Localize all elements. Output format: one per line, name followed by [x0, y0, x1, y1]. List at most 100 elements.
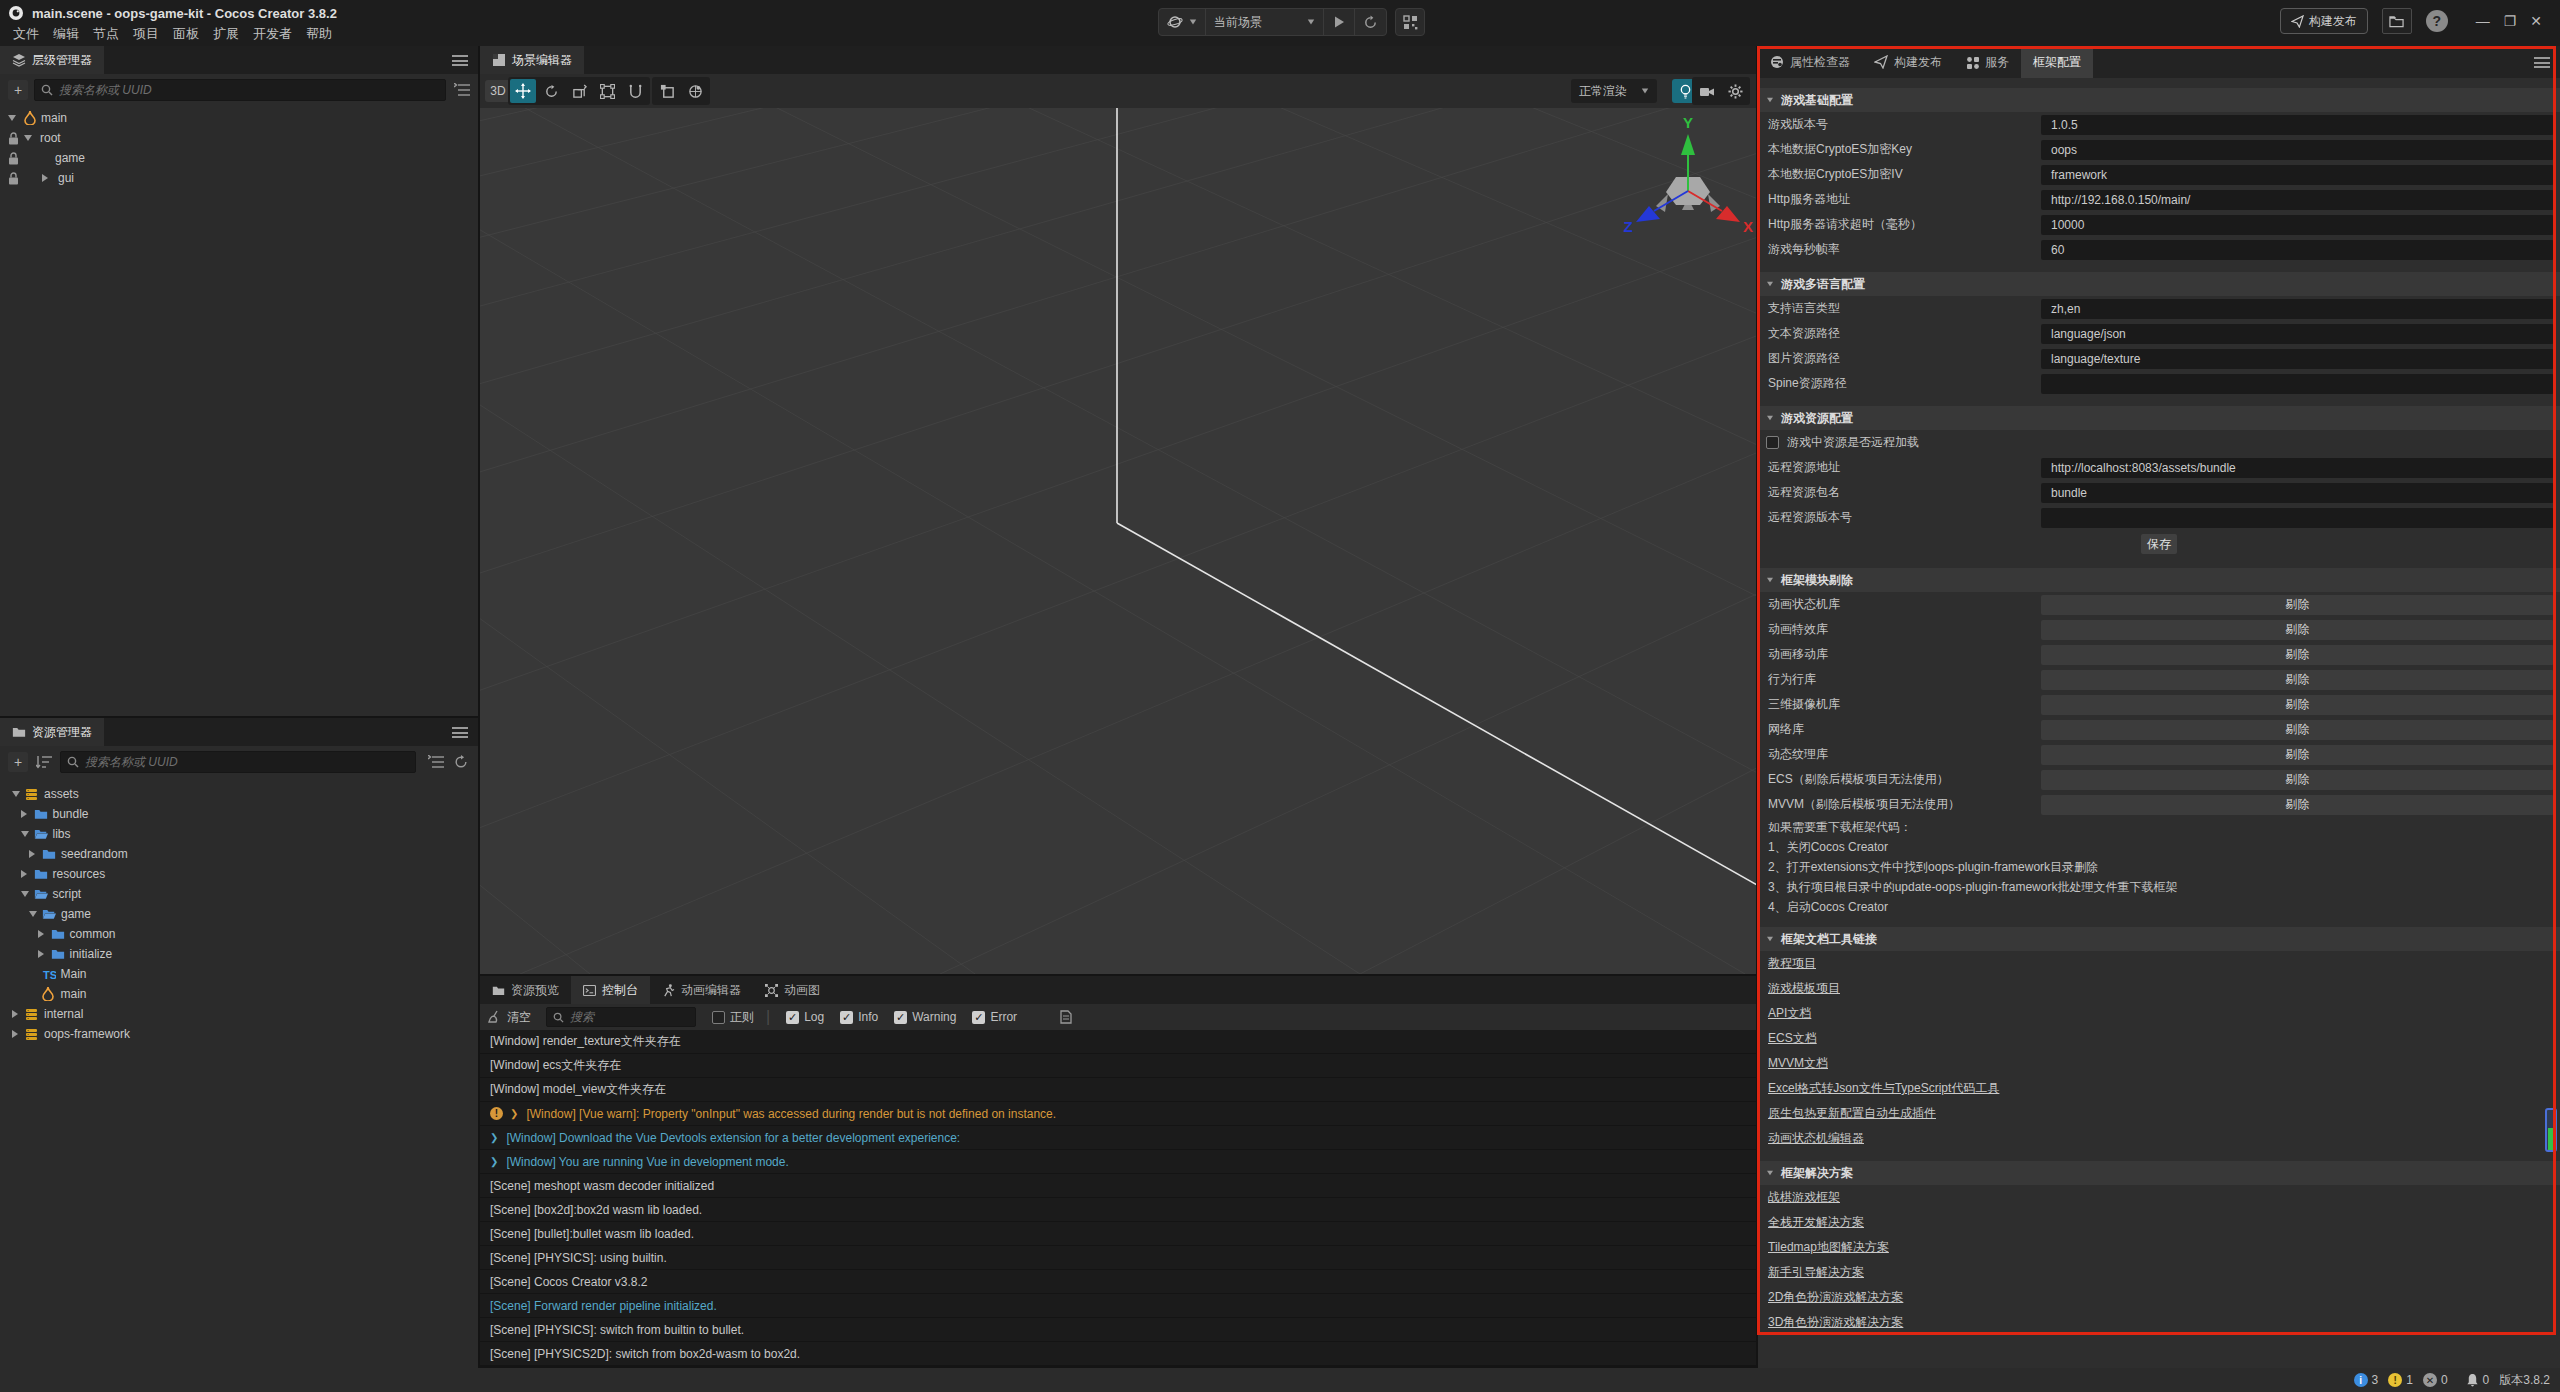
asset-node-bundle[interactable]: bundle — [0, 804, 476, 824]
tab-框架配置[interactable]: 框架配置 — [2021, 46, 2093, 78]
filter-log-checkbox[interactable]: ✓Log — [786, 1010, 824, 1024]
check-游戏中资源是否远程加载[interactable]: 游戏中资源是否远程加载 — [1758, 430, 2560, 455]
sort-icon[interactable] — [36, 755, 52, 769]
log-row[interactable]: [Scene] [bullet]:bullet wasm lib loaded. — [480, 1222, 1756, 1245]
field-input[interactable]: framework — [2041, 165, 2554, 185]
status-error-count[interactable]: ✕ 0 — [2423, 1373, 2448, 1387]
field-input[interactable] — [2041, 374, 2554, 394]
menu-面板[interactable]: 面板 — [166, 25, 206, 43]
asset-node-Main[interactable]: TSMain — [0, 964, 476, 984]
field-input[interactable]: http://localhost:8083/assets/bundle — [2041, 458, 2554, 478]
remove-button[interactable]: 剔除 — [2041, 720, 2554, 740]
menu-帮助[interactable]: 帮助 — [299, 25, 339, 43]
field-input[interactable]: bundle — [2041, 483, 2554, 503]
remove-button[interactable]: 剔除 — [2041, 670, 2554, 690]
link-MVVM文档[interactable]: MVVM文档 — [1758, 1051, 2560, 1076]
log-row[interactable]: [Scene] meshopt wasm decoder initialized — [480, 1174, 1756, 1197]
menu-项目[interactable]: 项目 — [126, 25, 166, 43]
close-button[interactable]: ✕ — [2530, 13, 2542, 29]
tab-控制台[interactable]: 控制台 — [571, 976, 650, 1004]
tab-assets[interactable]: 资源管理器 — [0, 718, 104, 746]
asset-node-resources[interactable]: resources — [0, 864, 476, 884]
log-row[interactable]: [Scene] Cocos Creator v3.8.2 — [480, 1270, 1756, 1293]
remove-button[interactable]: 剔除 — [2041, 645, 2554, 665]
asset-node-game[interactable]: game — [0, 904, 476, 924]
chevron-right-icon[interactable] — [38, 944, 44, 964]
platform-select[interactable] — [1159, 8, 1206, 36]
chevron-right-icon[interactable] — [21, 864, 27, 884]
hierarchy-menu-icon[interactable] — [452, 55, 468, 66]
chevron-down-icon[interactable] — [12, 784, 20, 804]
tab-动画图[interactable]: 动画图 — [753, 976, 832, 1004]
log-row[interactable]: [Scene] [box2d]:box2d wasm lib loaded. — [480, 1198, 1756, 1221]
section-游戏多语言配置[interactable]: 游戏多语言配置 — [1758, 272, 2560, 296]
hierarchy-node-game[interactable]: game — [0, 148, 476, 168]
hierarchy-node-main[interactable]: main — [0, 108, 476, 128]
link-新手引导解决方案[interactable]: 新手引导解决方案 — [1758, 1260, 2560, 1285]
asset-node-oops-framework[interactable]: oops-framework — [0, 1024, 476, 1044]
rotate-tool-button[interactable] — [538, 79, 564, 103]
help-button[interactable]: ? — [2426, 10, 2448, 32]
chevron-down-icon[interactable] — [21, 824, 29, 844]
filter-error-checkbox[interactable]: ✓Error — [972, 1010, 1017, 1024]
link-Tiledmap地图解决方案[interactable]: Tiledmap地图解决方案 — [1758, 1235, 2560, 1260]
filter-info-checkbox[interactable]: ✓Info — [840, 1010, 878, 1024]
chevron-right-icon[interactable] — [21, 804, 27, 824]
chevron-right-icon[interactable] — [29, 844, 35, 864]
menu-开发者[interactable]: 开发者 — [246, 25, 299, 43]
menu-编辑[interactable]: 编辑 — [46, 25, 86, 43]
refresh-icon[interactable] — [454, 755, 468, 769]
play-button[interactable] — [1324, 8, 1355, 36]
field-input[interactable]: 1.0.5 — [2041, 115, 2554, 135]
move-tool-button[interactable] — [510, 79, 536, 103]
regex-checkbox[interactable]: 正则| — [712, 1008, 770, 1026]
rect-tool-button[interactable] — [594, 79, 620, 103]
hierarchy-node-gui[interactable]: gui — [0, 168, 476, 188]
asset-node-main[interactable]: main — [0, 984, 476, 1004]
link-API文档[interactable]: API文档 — [1758, 1001, 2560, 1026]
scene-settings-button[interactable] — [1722, 79, 1748, 103]
link-战棋游戏框架[interactable]: 战棋游戏框架 — [1758, 1185, 2560, 1210]
clear-console-button[interactable]: 清空 — [488, 1004, 531, 1030]
axis-gizmo[interactable]: Y X Z — [1623, 114, 1753, 235]
scene-viewport[interactable]: Y X Z — [480, 108, 1756, 974]
chevron-down-icon[interactable] — [24, 128, 32, 148]
link-原生包热更新配置自动生成插件[interactable]: 原生包热更新配置自动生成插件 — [1758, 1101, 2560, 1126]
inspector-menu-icon[interactable] — [2534, 57, 2550, 68]
tab-scene-editor[interactable]: 场景编辑器 — [480, 46, 584, 74]
remove-button[interactable]: 剔除 — [2041, 620, 2554, 640]
log-row[interactable]: ❯[Window] You are running Vue in develop… — [480, 1150, 1756, 1173]
log-row[interactable]: ❯[Window] Download the Vue Devtools exte… — [480, 1126, 1756, 1149]
field-input[interactable]: 10000 — [2041, 215, 2554, 235]
add-asset-button[interactable]: + — [8, 752, 28, 772]
scale-tool-button[interactable] — [566, 79, 592, 103]
field-input[interactable] — [2041, 508, 2554, 528]
filter-icon[interactable] — [428, 755, 444, 769]
link-2D角色扮演游戏解决方案[interactable]: 2D角色扮演游戏解决方案 — [1758, 1285, 2560, 1310]
tab-构建发布[interactable]: 构建发布 — [1862, 46, 1954, 78]
tab-hierarchy[interactable]: 层级管理器 — [0, 46, 104, 74]
section-游戏资源配置[interactable]: 游戏资源配置 — [1758, 406, 2560, 430]
add-node-button[interactable]: + — [8, 80, 28, 100]
scene-select[interactable]: 当前场景 — [1206, 8, 1324, 36]
remove-button[interactable]: 剔除 — [2041, 595, 2554, 615]
log-file-icon[interactable] — [1060, 1010, 1072, 1024]
filter-warning-checkbox[interactable]: ✓Warning — [894, 1010, 956, 1024]
hierarchy-search-input[interactable]: 搜索名称或 UUID — [34, 79, 446, 101]
status-notifications[interactable]: 0 — [2466, 1373, 2490, 1387]
chevron-right-icon[interactable] — [42, 168, 48, 188]
remove-button[interactable]: 剔除 — [2041, 695, 2554, 715]
link-动画状态机编辑器[interactable]: 动画状态机编辑器 — [1758, 1126, 2560, 1151]
log-row[interactable]: [Scene] [PHYSICS2D]: switch from box2d-w… — [480, 1342, 1756, 1365]
link-全栈开发解决方案[interactable]: 全栈开发解决方案 — [1758, 1210, 2560, 1235]
asset-node-script[interactable]: script — [0, 884, 476, 904]
menu-节点[interactable]: 节点 — [86, 25, 126, 43]
coordinate-mode-button[interactable] — [682, 79, 708, 103]
hierarchy-node-root[interactable]: root — [0, 128, 476, 148]
status-warn-count[interactable]: ! 1 — [2388, 1373, 2413, 1387]
assets-search-input[interactable]: 搜索名称或 UUID — [60, 751, 416, 773]
tab-服务[interactable]: 服务 — [1954, 46, 2021, 78]
chevron-right-icon[interactable] — [38, 924, 44, 944]
inspector-scrollbar[interactable] — [2545, 1108, 2557, 1152]
menu-文件[interactable]: 文件 — [6, 25, 46, 43]
